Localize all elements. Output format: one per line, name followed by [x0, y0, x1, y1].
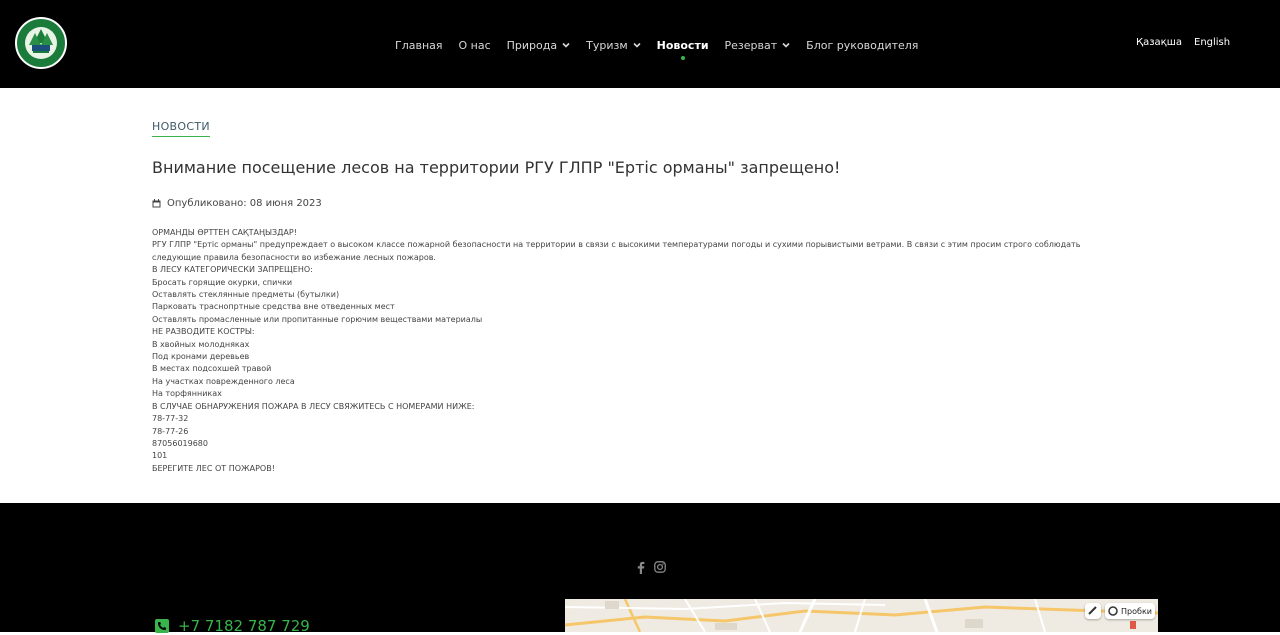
article-title: Внимание посещение лесов на территории Р… [152, 158, 841, 177]
logo-emblem-icon [18, 20, 64, 66]
nav-item-director-blog[interactable]: Блог руководителя [806, 39, 918, 52]
calendar-icon [152, 199, 161, 208]
active-indicator [680, 55, 685, 60]
body-line: 87056019680 [152, 438, 208, 448]
chevron-down-icon [562, 42, 570, 48]
ruler-icon [1088, 606, 1097, 615]
body-line: В ЛЕСУ КАТЕГОРИЧЕСКИ ЗАПРЕЩЕНО: [152, 265, 313, 275]
body-line: Под кронами деревьев [152, 352, 250, 362]
body-line: 101 [152, 451, 168, 461]
nav-item-home[interactable]: Главная [395, 39, 443, 52]
site-header: Главная О нас Природа Туризм Новости Рез… [0, 0, 1280, 88]
body-line: В СЛУЧАЕ ОБНАРУЖЕНИЯ ПОЖАРА В ЛЕСУ СВЯЖИ… [152, 401, 475, 411]
body-line: В хвойных молодняках [152, 339, 250, 349]
body-line: ОРМАНДЫ ӨРТТЕН САҚТАҢЫЗДАР! [152, 228, 297, 237]
body-line: БЕРЕГИТЕ ЛЕС ОТ ПОЖАРОВ! [152, 463, 275, 473]
footer-phone[interactable]: +7 7182 787 729 [155, 617, 310, 635]
body-line: На торфянниках [152, 389, 222, 399]
body-line: Оставлять стеклянные предметы (бутылки) [152, 290, 340, 300]
nav-item-tourism[interactable]: Туризм [586, 39, 641, 52]
section-label: НОВОСТИ [152, 120, 210, 137]
lang-kazakh[interactable]: Қазақша [1136, 37, 1182, 48]
body-line: В местах подсохшей травой [152, 364, 272, 374]
map-traffic-button[interactable]: Пробки [1105, 603, 1155, 619]
nav-item-about[interactable]: О нас [459, 39, 491, 52]
body-line: Парковать траснопртные средства вне отве… [152, 302, 395, 312]
site-logo[interactable] [15, 17, 67, 69]
main-nav: Главная О нас Природа Туризм Новости Рез… [395, 37, 934, 60]
body-line: Оставлять промасленные или пропитанные г… [152, 314, 483, 324]
article-body: ОРМАНДЫ ӨРТТЕН САҚТАҢЫЗДАР! РГУ ГЛПР "Ер… [152, 227, 1132, 475]
map-ruler-button[interactable] [1085, 603, 1101, 619]
body-line: 78-77-26 [152, 426, 189, 436]
map-widget[interactable]: Пробки [565, 599, 1158, 632]
body-line: На участках поврежденного леса [152, 376, 295, 386]
published-date: Опубликовано: 08 июня 2023 [152, 198, 322, 209]
instagram-icon [654, 561, 666, 573]
facebook-link[interactable] [637, 560, 645, 574]
lang-english[interactable]: English [1194, 37, 1230, 48]
body-line: 78-77-32 [152, 414, 189, 424]
body-line: РГУ ГЛПР "Ертіс орманы" предупреждает о … [152, 240, 1081, 262]
body-line: НЕ РАЗВОДИТЕ КОСТРЫ: [152, 327, 255, 337]
body-line: Бросать горящие окурки, спички [152, 277, 293, 287]
nav-item-reserve[interactable]: Резерват [725, 39, 791, 52]
facebook-icon [637, 561, 645, 574]
phone-icon [155, 619, 169, 633]
map-tiles [565, 599, 1158, 632]
nav-item-nature[interactable]: Природа [507, 39, 570, 52]
instagram-link[interactable] [654, 560, 666, 574]
traffic-icon [1108, 606, 1118, 616]
nav-item-news[interactable]: Новости [657, 39, 709, 60]
chevron-down-icon [633, 42, 641, 48]
chevron-down-icon [782, 42, 790, 48]
